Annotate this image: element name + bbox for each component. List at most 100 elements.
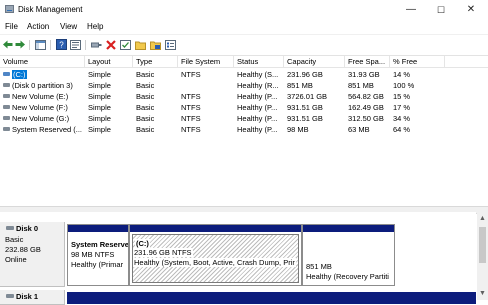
volume-name: System Reserved (... <box>12 125 82 134</box>
column-divider[interactable] <box>132 56 133 67</box>
type-cell: Basic <box>136 81 155 90</box>
forward-arrow-icon[interactable] <box>15 38 25 51</box>
column-header-capacity[interactable]: Capacity <box>287 57 316 66</box>
column-divider[interactable] <box>444 56 445 67</box>
percent-free-cell: 34 % <box>393 114 411 123</box>
column-header-layout[interactable]: Layout <box>88 57 111 66</box>
status-cell: Healthy (P... <box>237 92 278 101</box>
scrollbar-thumb[interactable] <box>479 227 486 263</box>
percent-free-cell: 14 % <box>393 70 411 79</box>
menu-help[interactable]: Help <box>87 22 103 31</box>
table-row[interactable]: New Volume (F:) Simple Basic NTFS Health… <box>0 102 488 112</box>
disk-management-app-icon <box>5 5 14 13</box>
layout-cell: Simple <box>88 81 111 90</box>
back-arrow-icon[interactable] <box>3 38 13 51</box>
type-cell: Basic <box>136 70 155 79</box>
free-space-cell: 162.49 GB <box>348 103 384 112</box>
file-system-cell: NTFS <box>181 92 201 101</box>
partition-bar <box>67 292 476 304</box>
disk-wizard-icon[interactable] <box>150 38 161 51</box>
column-divider[interactable] <box>177 56 178 67</box>
disk-1-partition-strip[interactable] <box>67 292 476 304</box>
status-cell: Healthy (P... <box>237 125 278 134</box>
column-divider[interactable] <box>389 56 390 67</box>
layout-cell: Simple <box>88 70 111 79</box>
table-row[interactable]: (C:) Simple Basic NTFS Healthy (S... 231… <box>0 69 488 79</box>
maximize-button[interactable]: ☐ <box>428 2 454 18</box>
volume-name: New Volume (G:) <box>12 114 70 123</box>
column-divider[interactable] <box>283 56 284 67</box>
percent-free-cell: 17 % <box>393 103 411 112</box>
volume-name: (C:) <box>12 70 27 79</box>
column-divider[interactable] <box>233 56 234 67</box>
help-icon[interactable]: ? <box>56 38 67 51</box>
partition-recovery[interactable]: 851 MB Healthy (Recovery Partiti <box>302 224 395 286</box>
close-button[interactable]: ✕ <box>458 2 484 18</box>
properties-icon[interactable] <box>70 38 81 51</box>
menu-view[interactable]: View <box>60 22 77 31</box>
table-row[interactable]: (Disk 0 partition 3) Simple Basic Health… <box>0 80 488 90</box>
partition-status: Healthy (Primar <box>71 260 124 269</box>
column-header-file-system[interactable]: File System <box>181 57 220 66</box>
minimize-button[interactable]: — <box>398 2 424 18</box>
partition-name: (C:) <box>135 239 150 248</box>
disk-0-label[interactable]: Disk 0 Basic 232.88 GB Online <box>0 222 65 287</box>
percent-free-cell: 15 % <box>393 92 411 101</box>
menu-action[interactable]: Action <box>27 22 49 31</box>
volume-name: New Volume (F:) <box>12 103 68 112</box>
list-view-icon[interactable] <box>165 38 176 51</box>
check-icon[interactable] <box>120 38 131 51</box>
disk-1-label[interactable]: Disk 1 <box>0 290 65 305</box>
table-row[interactable]: System Reserved (... Simple Basic NTFS H… <box>0 124 488 134</box>
menu-file[interactable]: File <box>5 22 18 31</box>
toolbar: ? <box>0 34 488 56</box>
folder-icon[interactable] <box>135 38 146 51</box>
console-tree-icon[interactable] <box>35 38 46 51</box>
connect-icon[interactable] <box>91 38 102 51</box>
capacity-cell: 98 MB <box>287 125 309 134</box>
toolbar-separator <box>85 40 86 50</box>
scroll-up-arrow-icon[interactable]: ▲ <box>478 214 487 223</box>
type-cell: Basic <box>136 125 155 134</box>
disk-icon <box>6 226 14 230</box>
disk-map: Disk 0 Basic 232.88 GB Online System Res… <box>0 212 476 305</box>
column-header-free-space[interactable]: Free Spa... <box>348 57 385 66</box>
column-divider[interactable] <box>84 56 85 67</box>
capacity-cell: 931.51 GB <box>287 103 323 112</box>
layout-cell: Simple <box>88 125 111 134</box>
layout-cell: Simple <box>88 103 111 112</box>
file-system-cell: NTFS <box>181 125 201 134</box>
disk-size: 232.88 GB <box>5 245 41 254</box>
volume-list-header: Volume Layout Type File System Status Ca… <box>0 56 488 68</box>
column-header-status[interactable]: Status <box>237 57 258 66</box>
type-cell: Basic <box>136 114 155 123</box>
partition-bar <box>130 225 301 232</box>
type-cell: Basic <box>136 92 155 101</box>
column-header-type[interactable]: Type <box>136 57 152 66</box>
delete-icon[interactable] <box>106 38 116 51</box>
capacity-cell: 851 MB <box>287 81 313 90</box>
partition-size: 98 MB NTFS <box>71 250 115 259</box>
partition-system-reserved[interactable]: System Reserve 98 MB NTFS Healthy (Prima… <box>67 224 129 286</box>
status-cell: Healthy (S... <box>237 70 279 79</box>
capacity-cell: 931.51 GB <box>287 114 323 123</box>
status-cell: Healthy (P... <box>237 103 278 112</box>
disk-name: Disk 0 <box>16 224 39 233</box>
free-space-cell: 564.82 GB <box>348 92 384 101</box>
column-divider[interactable] <box>344 56 345 67</box>
free-space-cell: 851 MB <box>348 81 374 90</box>
free-space-cell: 63 MB <box>348 125 370 134</box>
column-header-volume[interactable]: Volume <box>3 57 28 66</box>
scroll-down-arrow-icon[interactable]: ▼ <box>478 289 487 298</box>
svg-text:?: ? <box>59 41 64 50</box>
table-row[interactable]: New Volume (E:) Simple Basic NTFS Health… <box>0 91 488 101</box>
table-row[interactable]: New Volume (G:) Simple Basic NTFS Health… <box>0 113 488 123</box>
layout-cell: Simple <box>88 92 111 101</box>
disk-map-scrollbar[interactable]: ▲ ▼ <box>477 212 488 300</box>
type-cell: Basic <box>136 103 155 112</box>
column-header-percent-free[interactable]: % Free <box>393 57 417 66</box>
layout-cell: Simple <box>88 114 111 123</box>
percent-free-cell: 64 % <box>393 125 411 134</box>
free-space-cell: 312.50 GB <box>348 114 384 123</box>
partition-c-drive[interactable]: (C:) 231.96 GB NTFS Healthy (System, Boo… <box>129 224 302 286</box>
